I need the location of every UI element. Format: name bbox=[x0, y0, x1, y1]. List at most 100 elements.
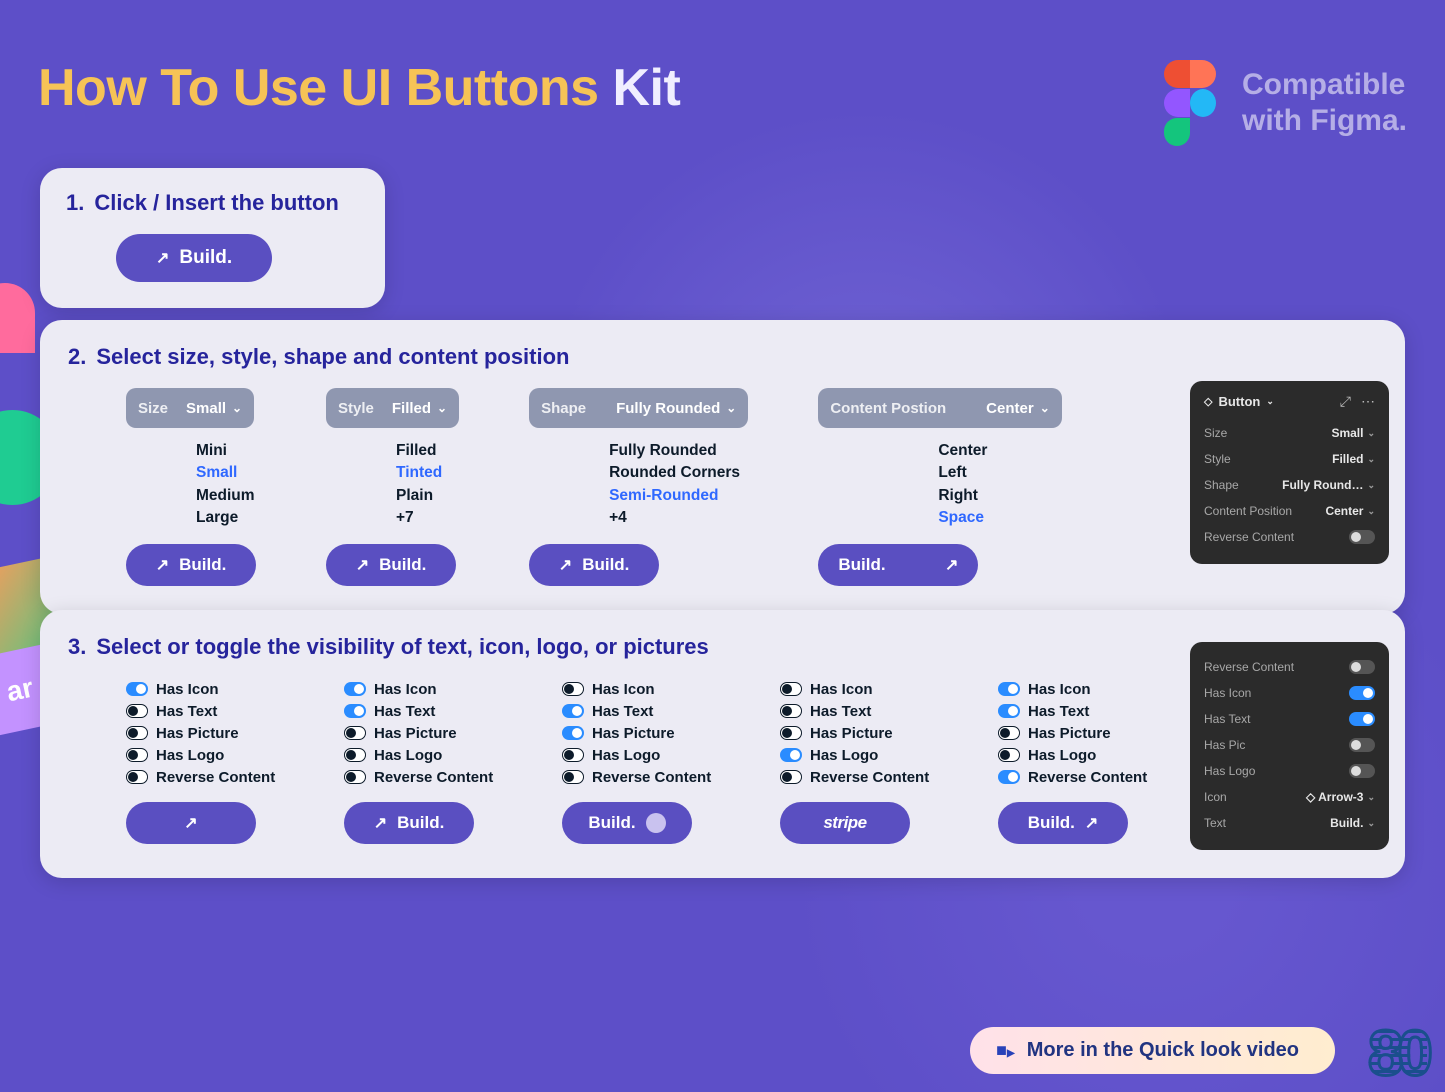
panel-row-has-icon[interactable]: Has Icon bbox=[1204, 680, 1375, 706]
option--4[interactable]: +4 bbox=[609, 507, 740, 529]
toggle-switch[interactable] bbox=[344, 748, 366, 762]
toggle-switch[interactable] bbox=[126, 726, 148, 740]
option-plain[interactable]: Plain bbox=[396, 485, 442, 507]
toggle-switch[interactable] bbox=[1349, 738, 1375, 752]
toggle-has-logo[interactable]: Has Logo bbox=[780, 744, 950, 766]
toggle-switch[interactable] bbox=[126, 704, 148, 718]
toggle-switch[interactable] bbox=[344, 726, 366, 740]
toggle-switch[interactable] bbox=[780, 770, 802, 784]
option-large[interactable]: Large bbox=[196, 507, 255, 529]
toggle-switch[interactable] bbox=[126, 770, 148, 784]
toggle-switch[interactable] bbox=[998, 748, 1020, 762]
toggle-reverse-content[interactable]: Reverse Content bbox=[562, 766, 732, 788]
toggle-has-text[interactable]: Has Text bbox=[126, 700, 296, 722]
toggle-switch[interactable] bbox=[562, 770, 584, 784]
build-button-col-4[interactable]: Build. ↗ bbox=[998, 802, 1128, 844]
toggle-switch[interactable] bbox=[1349, 530, 1375, 544]
build-button-col-1[interactable]: ↗Build. bbox=[344, 802, 474, 844]
option-space[interactable]: Space bbox=[938, 507, 987, 529]
toggle-has-icon[interactable]: Has Icon bbox=[344, 678, 514, 700]
option-right[interactable]: Right bbox=[938, 485, 987, 507]
toggle-has-picture[interactable]: Has Picture bbox=[344, 722, 514, 744]
toggle-switch[interactable] bbox=[998, 704, 1020, 718]
property-select-shape[interactable]: ShapeFully Rounded ⌄ bbox=[529, 388, 748, 428]
panel-row-shape[interactable]: ShapeFully Round… ⌄ bbox=[1204, 472, 1375, 498]
more-icon[interactable]: ⋯ bbox=[1361, 393, 1375, 410]
toggle-has-icon[interactable]: Has Icon bbox=[998, 678, 1168, 700]
toggle-switch[interactable] bbox=[344, 770, 366, 784]
build-button-col-0[interactable]: ↗ bbox=[126, 802, 256, 844]
quick-look-video-link[interactable]: ■▶ More in the Quick look video bbox=[970, 1027, 1335, 1074]
toggle-switch[interactable] bbox=[126, 682, 148, 696]
toggle-switch[interactable] bbox=[1349, 712, 1375, 726]
option-small[interactable]: Small bbox=[196, 462, 255, 484]
panel-row-has-logo[interactable]: Has Logo bbox=[1204, 758, 1375, 784]
toggle-reverse-content[interactable]: Reverse Content bbox=[344, 766, 514, 788]
toggle-has-text[interactable]: Has Text bbox=[562, 700, 732, 722]
toggle-reverse-content[interactable]: Reverse Content bbox=[126, 766, 296, 788]
toggle-has-text[interactable]: Has Text bbox=[780, 700, 950, 722]
toggle-has-icon[interactable]: Has Icon bbox=[126, 678, 296, 700]
toggle-reverse-content[interactable]: Reverse Content bbox=[998, 766, 1168, 788]
build-button-0[interactable]: ↗Build. bbox=[126, 544, 256, 586]
toggle-switch[interactable] bbox=[780, 704, 802, 718]
toggle-switch[interactable] bbox=[1349, 686, 1375, 700]
toggle-has-picture[interactable]: Has Picture bbox=[562, 722, 732, 744]
build-button[interactable]: ↗ Build. bbox=[116, 234, 272, 282]
toggle-has-picture[interactable]: Has Picture bbox=[998, 722, 1168, 744]
panel-row-has-text[interactable]: Has Text bbox=[1204, 706, 1375, 732]
toggle-has-text[interactable]: Has Text bbox=[344, 700, 514, 722]
swap-icon[interactable]: ⤢ bbox=[1340, 393, 1351, 410]
toggle-switch[interactable] bbox=[562, 704, 584, 718]
panel-row-text[interactable]: TextBuild. ⌄ bbox=[1204, 810, 1375, 836]
property-select-size[interactable]: SizeSmall ⌄ bbox=[126, 388, 254, 428]
option-left[interactable]: Left bbox=[938, 462, 987, 484]
build-button-2[interactable]: ↗Build. bbox=[529, 544, 659, 586]
build-button-col-3[interactable]: stripe bbox=[780, 802, 910, 844]
toggle-has-logo[interactable]: Has Logo bbox=[126, 744, 296, 766]
toggle-switch[interactable] bbox=[562, 726, 584, 740]
toggle-switch[interactable] bbox=[1349, 660, 1375, 674]
option--7[interactable]: +7 bbox=[396, 507, 442, 529]
toggle-switch[interactable] bbox=[780, 682, 802, 696]
option-mini[interactable]: Mini bbox=[196, 440, 255, 462]
toggle-has-logo[interactable]: Has Logo bbox=[562, 744, 732, 766]
build-button-col-2[interactable]: Build. bbox=[562, 802, 692, 844]
option-fully-rounded[interactable]: Fully Rounded bbox=[609, 440, 740, 462]
build-button-1[interactable]: ↗Build. bbox=[326, 544, 456, 586]
toggle-switch[interactable] bbox=[344, 704, 366, 718]
option-semi-rounded[interactable]: Semi-Rounded bbox=[609, 485, 740, 507]
panel-row-content-position[interactable]: Content PositionCenter ⌄ bbox=[1204, 498, 1375, 524]
panel-row-has-pic[interactable]: Has Pic bbox=[1204, 732, 1375, 758]
toggle-switch[interactable] bbox=[780, 726, 802, 740]
toggle-switch[interactable] bbox=[1349, 764, 1375, 778]
panel-row-reverse-content[interactable]: Reverse Content bbox=[1204, 524, 1375, 550]
panel-row-reverse-content[interactable]: Reverse Content bbox=[1204, 654, 1375, 680]
option-center[interactable]: Center bbox=[938, 440, 987, 462]
toggle-switch[interactable] bbox=[344, 682, 366, 696]
toggle-switch[interactable] bbox=[126, 748, 148, 762]
panel-row-icon[interactable]: Icon◇ Arrow-3 ⌄ bbox=[1204, 784, 1375, 810]
panel-row-size[interactable]: SizeSmall ⌄ bbox=[1204, 420, 1375, 446]
toggle-switch[interactable] bbox=[998, 682, 1020, 696]
option-rounded-corners[interactable]: Rounded Corners bbox=[609, 462, 740, 484]
option-tinted[interactable]: Tinted bbox=[396, 462, 442, 484]
toggle-has-picture[interactable]: Has Picture bbox=[126, 722, 296, 744]
toggle-has-text[interactable]: Has Text bbox=[998, 700, 1168, 722]
panel-row-style[interactable]: StyleFilled ⌄ bbox=[1204, 446, 1375, 472]
toggle-has-logo[interactable]: Has Logo bbox=[998, 744, 1168, 766]
toggle-has-icon[interactable]: Has Icon bbox=[780, 678, 950, 700]
toggle-has-icon[interactable]: Has Icon bbox=[562, 678, 732, 700]
property-select-style[interactable]: StyleFilled ⌄ bbox=[326, 388, 459, 428]
toggle-switch[interactable] bbox=[780, 748, 802, 762]
toggle-switch[interactable] bbox=[562, 748, 584, 762]
toggle-has-logo[interactable]: Has Logo bbox=[344, 744, 514, 766]
toggle-switch[interactable] bbox=[998, 726, 1020, 740]
toggle-switch[interactable] bbox=[998, 770, 1020, 784]
option-medium[interactable]: Medium bbox=[196, 485, 255, 507]
build-button-3[interactable]: Build.↗ bbox=[818, 544, 978, 586]
toggle-has-picture[interactable]: Has Picture bbox=[780, 722, 950, 744]
option-filled[interactable]: Filled bbox=[396, 440, 442, 462]
property-select-content-postion[interactable]: Content PostionCenter ⌄ bbox=[818, 388, 1061, 428]
toggle-reverse-content[interactable]: Reverse Content bbox=[780, 766, 950, 788]
